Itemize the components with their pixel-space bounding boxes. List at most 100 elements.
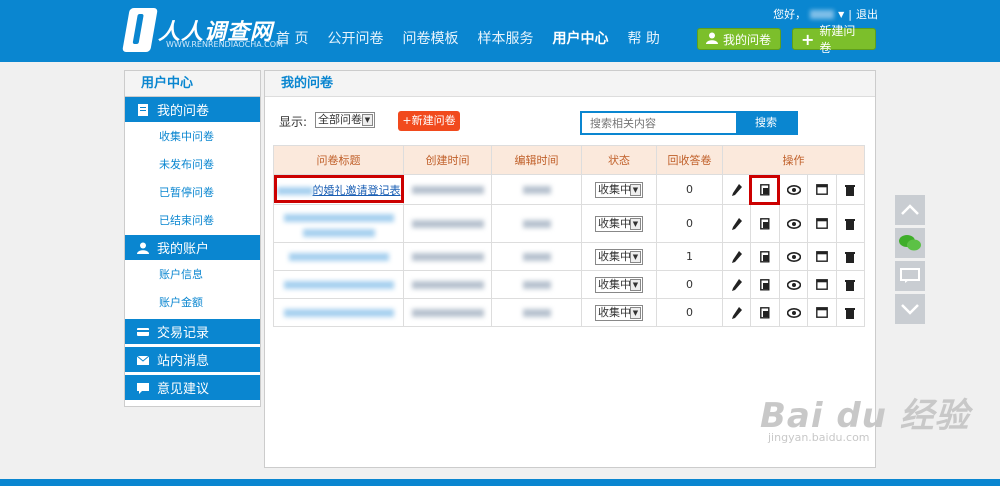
new-survey-button[interactable]: + 新建问卷 bbox=[792, 24, 876, 55]
status-value: 收集中 bbox=[598, 182, 631, 196]
cell-edited bbox=[491, 242, 582, 271]
cell-responses: 0 bbox=[656, 270, 723, 299]
sidebar-section-messages[interactable]: 站内消息 bbox=[125, 347, 260, 373]
nav-help[interactable]: 帮 助 bbox=[627, 28, 659, 48]
new-survey-inline-button[interactable]: +新建问卷 bbox=[398, 111, 460, 131]
cell-title bbox=[273, 298, 404, 327]
wechat-button[interactable] bbox=[895, 228, 925, 258]
cell-title: 的婚礼邀请登记表 bbox=[273, 174, 404, 205]
cell-status: 收集中 ▼ bbox=[581, 270, 657, 299]
status-select[interactable]: 收集中 ▼ bbox=[595, 215, 643, 232]
status-select[interactable]: 收集中 ▼ bbox=[595, 276, 643, 293]
copy-icon[interactable] bbox=[751, 299, 780, 326]
status-value: 收集中 bbox=[598, 305, 631, 319]
chevron-down-icon: ▼ bbox=[630, 183, 641, 196]
view-icon[interactable] bbox=[780, 205, 809, 242]
col-status: 状态 bbox=[581, 145, 657, 175]
cell-created bbox=[403, 298, 492, 327]
sidebar-item-collecting[interactable]: 收集中问卷 bbox=[125, 123, 260, 151]
window-icon[interactable] bbox=[808, 205, 837, 242]
sidebar-section-my-surveys[interactable]: 我的问卷 bbox=[125, 97, 260, 123]
delete-icon[interactable] bbox=[837, 205, 864, 242]
cell-title bbox=[273, 204, 404, 243]
cell-edited bbox=[491, 298, 582, 327]
logout-link[interactable]: 退出 bbox=[856, 6, 878, 22]
created-blurred bbox=[411, 220, 484, 228]
user-bar: 您好， ▼ | 退出 bbox=[773, 6, 878, 22]
cell-responses: 0 bbox=[656, 204, 723, 243]
search-input[interactable] bbox=[582, 113, 736, 133]
edited-blurred bbox=[522, 253, 551, 261]
sidebar-item-ended[interactable]: 已结束问卷 bbox=[125, 207, 260, 235]
title-blurred-link[interactable] bbox=[283, 281, 394, 289]
comment-icon bbox=[137, 382, 149, 394]
nav-templates[interactable]: 问卷模板 bbox=[402, 28, 458, 48]
nav-public-surveys[interactable]: 公开问卷 bbox=[327, 28, 383, 48]
sidebar-item-unpublished[interactable]: 未发布问卷 bbox=[125, 151, 260, 179]
nav-home[interactable]: 首 页 bbox=[276, 28, 308, 48]
my-surveys-button[interactable]: 我的问卷 bbox=[697, 28, 781, 50]
survey-title-link[interactable]: 的婚礼邀请登记表 bbox=[313, 184, 401, 197]
status-select[interactable]: 收集中 ▼ bbox=[595, 304, 643, 321]
delete-icon[interactable] bbox=[837, 299, 864, 326]
chevron-down-icon: ▼ bbox=[630, 278, 641, 291]
window-icon[interactable] bbox=[808, 243, 837, 270]
view-icon[interactable] bbox=[780, 243, 809, 270]
edit-icon[interactable] bbox=[723, 243, 752, 270]
edit-icon[interactable] bbox=[723, 299, 752, 326]
sidebar-section-label: 站内消息 bbox=[157, 354, 210, 369]
sidebar-section-transactions[interactable]: 交易记录 bbox=[125, 319, 260, 345]
scroll-down-button[interactable] bbox=[895, 294, 925, 324]
title-blurred-link[interactable] bbox=[283, 213, 394, 222]
title-blurred-link[interactable] bbox=[283, 309, 394, 317]
chevron-down-icon[interactable]: ▼ bbox=[838, 10, 844, 19]
username-blurred[interactable] bbox=[810, 9, 835, 19]
sidebar-item-account-balance[interactable]: 账户金额 bbox=[125, 289, 260, 317]
logo-tagline: WWW.RENRENDIAOCHA.COM bbox=[166, 40, 283, 49]
edit-icon[interactable] bbox=[723, 271, 752, 298]
status-select[interactable]: 收集中 ▼ bbox=[595, 248, 643, 265]
separator: | bbox=[848, 7, 852, 21]
sidebar-item-paused[interactable]: 已暂停问卷 bbox=[125, 179, 260, 207]
status-select[interactable]: 收集中 ▼ bbox=[595, 181, 643, 198]
message-button[interactable] bbox=[895, 261, 925, 291]
comment-icon bbox=[900, 268, 920, 283]
nav-user-center[interactable]: 用户中心 bbox=[552, 28, 608, 48]
scroll-up-button[interactable] bbox=[895, 195, 925, 225]
cell-actions bbox=[722, 270, 865, 299]
delete-icon[interactable] bbox=[837, 243, 864, 270]
filter-select[interactable]: 全部问卷 ▼ bbox=[315, 112, 375, 128]
window-icon[interactable] bbox=[808, 299, 837, 326]
copy-icon[interactable] bbox=[751, 205, 780, 242]
delete-icon[interactable] bbox=[837, 175, 864, 204]
title-blurred bbox=[276, 186, 313, 195]
title-blurred-link[interactable] bbox=[302, 228, 375, 237]
edit-icon[interactable] bbox=[723, 205, 752, 242]
nav-sample-service[interactable]: 样本服务 bbox=[477, 28, 533, 48]
copy-icon[interactable] bbox=[751, 271, 780, 298]
user-icon bbox=[137, 242, 149, 254]
sidebar-section-feedback[interactable]: 意见建议 bbox=[125, 375, 260, 401]
cell-actions bbox=[722, 298, 865, 327]
view-icon[interactable] bbox=[780, 271, 809, 298]
sidebar-section-my-account[interactable]: 我的账户 bbox=[125, 235, 260, 261]
chevron-down-icon bbox=[901, 304, 919, 315]
window-icon[interactable] bbox=[808, 271, 837, 298]
edited-blurred bbox=[522, 220, 551, 228]
chevron-up-icon bbox=[901, 204, 919, 215]
site-logo[interactable]: 人人调查网 WWW.RENRENDIAOCHA.COM bbox=[122, 8, 283, 52]
edit-icon[interactable] bbox=[723, 175, 752, 204]
sidebar-item-account-info[interactable]: 账户信息 bbox=[125, 261, 260, 289]
window-icon[interactable] bbox=[808, 175, 837, 204]
title-blurred-link[interactable] bbox=[288, 253, 389, 261]
copy-icon[interactable] bbox=[751, 243, 780, 270]
cell-status: 收集中 ▼ bbox=[581, 174, 657, 205]
view-icon[interactable] bbox=[780, 175, 809, 204]
chevron-down-icon: ▼ bbox=[630, 306, 641, 319]
view-icon[interactable] bbox=[780, 299, 809, 326]
search-button[interactable]: 搜索 bbox=[736, 113, 796, 133]
copy-icon[interactable] bbox=[751, 175, 780, 204]
top-header: 人人调查网 WWW.RENRENDIAOCHA.COM 首 页 公开问卷 问卷模… bbox=[0, 0, 1000, 62]
created-blurred bbox=[411, 253, 484, 261]
delete-icon[interactable] bbox=[837, 271, 864, 298]
